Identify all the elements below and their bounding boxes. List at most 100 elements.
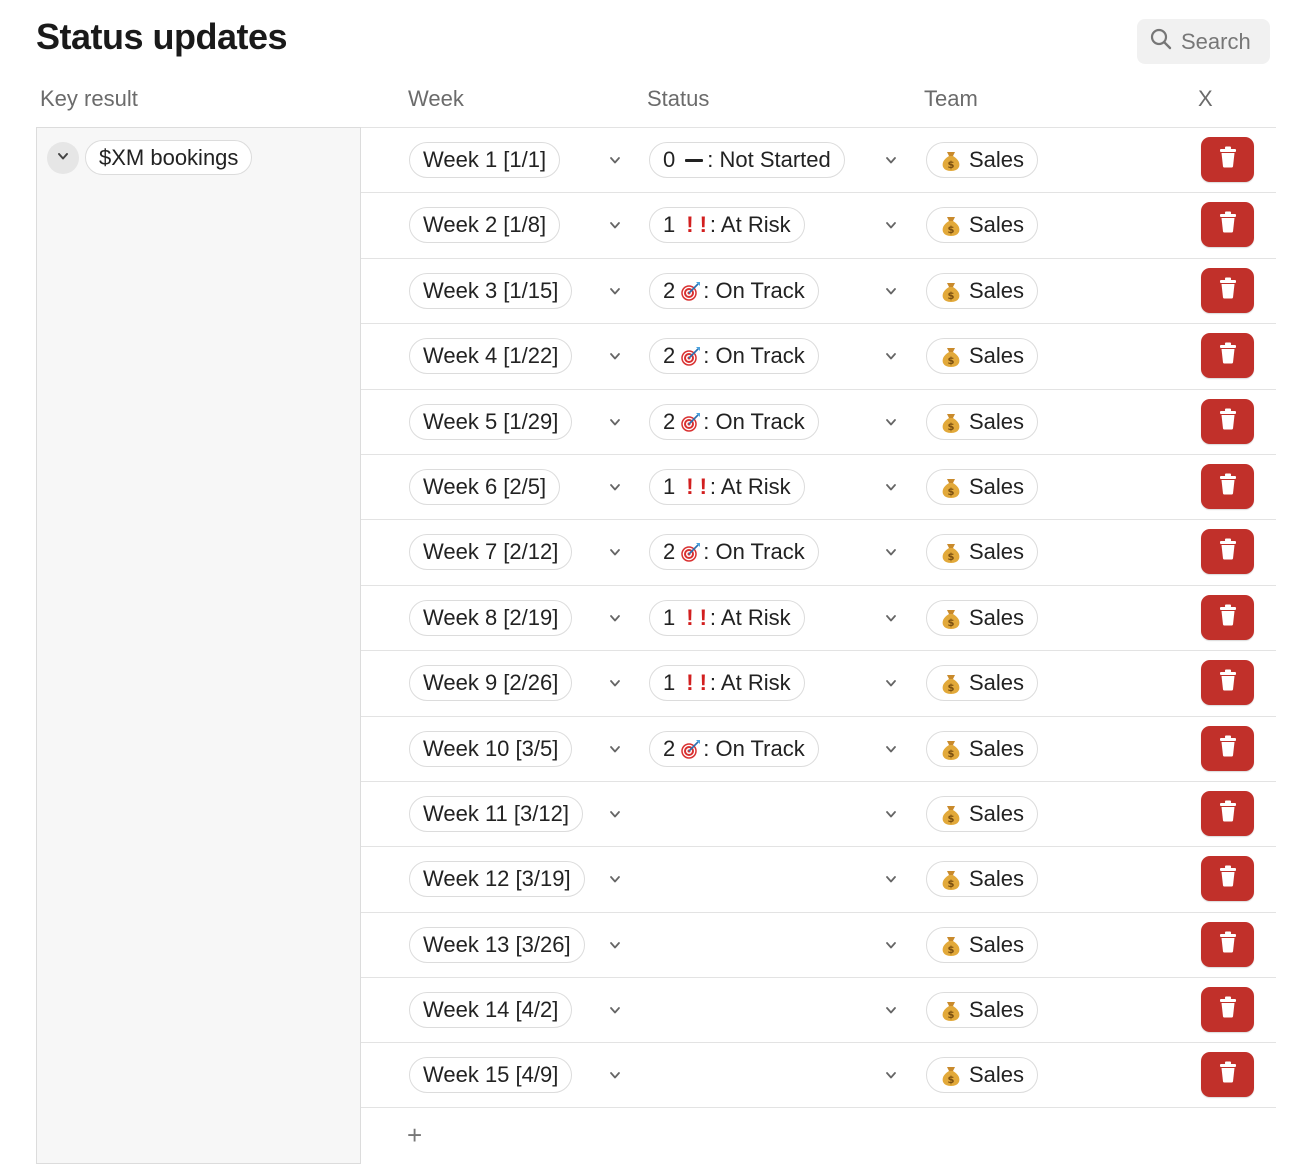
- team-tag[interactable]: $ Sales: [926, 861, 1039, 898]
- delete-button[interactable]: [1201, 333, 1254, 379]
- chevron-down-icon[interactable]: [607, 871, 623, 887]
- chevron-down-icon[interactable]: [607, 544, 623, 560]
- week-select[interactable]: Week 11 [3/12]: [409, 795, 583, 832]
- week-select[interactable]: Week 1 [1/1]: [409, 142, 561, 178]
- team-tag[interactable]: $ Sales: [926, 142, 1039, 178]
- status-label: : On Track: [703, 735, 805, 761]
- chevron-down-icon[interactable]: [607, 610, 623, 626]
- status-select[interactable]: 2: On Track: [649, 338, 819, 375]
- chevron-down-icon[interactable]: [883, 414, 899, 430]
- chevron-down-icon[interactable]: [883, 479, 899, 495]
- chevron-down-icon[interactable]: [607, 806, 623, 822]
- week-select[interactable]: Week 6 [2/5]: [409, 468, 561, 505]
- status-select[interactable]: 2: On Track: [649, 403, 819, 440]
- week-select[interactable]: Week 3 [1/15]: [409, 272, 573, 309]
- chevron-down-icon[interactable]: [883, 348, 899, 364]
- chevron-down-icon[interactable]: [883, 217, 899, 233]
- money-bag-icon: $: [940, 344, 962, 368]
- add-row-button[interactable]: +: [407, 1122, 422, 1148]
- team-tag[interactable]: $ Sales: [926, 795, 1039, 832]
- chevron-down-icon[interactable]: [607, 152, 623, 168]
- status-select[interactable]: 1!!: At Risk: [649, 207, 805, 244]
- team-tag[interactable]: $ Sales: [926, 992, 1039, 1029]
- chevron-down-icon[interactable]: [607, 217, 623, 233]
- delete-button[interactable]: [1201, 202, 1254, 248]
- chevron-down-icon[interactable]: [883, 675, 899, 691]
- delete-button[interactable]: [1201, 137, 1254, 182]
- delete-button[interactable]: [1201, 660, 1254, 706]
- chevron-down-icon[interactable]: [607, 741, 623, 757]
- chevron-down-icon[interactable]: [883, 871, 899, 887]
- team-label: Sales: [969, 735, 1025, 761]
- team-tag[interactable]: $ Sales: [926, 599, 1039, 636]
- delete-button[interactable]: [1201, 529, 1254, 575]
- week-select[interactable]: Week 10 [3/5]: [409, 730, 573, 767]
- delete-button[interactable]: [1201, 267, 1254, 313]
- chevron-down-icon[interactable]: [883, 610, 899, 626]
- chevron-down-icon[interactable]: [607, 1002, 623, 1018]
- delete-button[interactable]: [1201, 398, 1254, 444]
- status-select[interactable]: 1!!: At Risk: [649, 468, 805, 505]
- delete-button[interactable]: [1201, 463, 1254, 509]
- trash-icon: [1218, 735, 1238, 762]
- status-select[interactable]: 2: On Track: [649, 272, 819, 309]
- chevron-down-icon[interactable]: [883, 806, 899, 822]
- chevron-down-icon[interactable]: [607, 283, 623, 299]
- week-label: Week 4 [1/22]: [423, 343, 559, 369]
- team-tag[interactable]: $ Sales: [926, 338, 1039, 375]
- team-tag[interactable]: $ Sales: [926, 926, 1039, 963]
- week-select[interactable]: Week 15 [4/9]: [409, 1057, 573, 1094]
- delete-button[interactable]: [1201, 594, 1254, 640]
- chevron-down-icon[interactable]: [607, 675, 623, 691]
- trash-icon: [1218, 865, 1238, 892]
- chevron-down-icon[interactable]: [607, 937, 623, 953]
- status-number: 1: [663, 473, 676, 499]
- team-tag[interactable]: $ Sales: [926, 665, 1039, 702]
- week-select[interactable]: Week 8 [2/19]: [409, 599, 573, 636]
- week-select[interactable]: Week 2 [1/8]: [409, 207, 561, 244]
- chevron-down-icon[interactable]: [883, 741, 899, 757]
- team-tag[interactable]: $ Sales: [926, 1057, 1039, 1094]
- status-select[interactable]: 1!!: At Risk: [649, 599, 805, 636]
- week-select[interactable]: Week 5 [1/29]: [409, 403, 573, 440]
- delete-button[interactable]: [1201, 921, 1254, 967]
- status-select[interactable]: 2: On Track: [649, 730, 819, 767]
- status-select[interactable]: 1!!: At Risk: [649, 665, 805, 702]
- search-icon: [1149, 27, 1173, 56]
- delete-button[interactable]: [1201, 1052, 1254, 1098]
- chevron-down-icon[interactable]: [883, 283, 899, 299]
- chevron-down-icon[interactable]: [607, 479, 623, 495]
- week-select[interactable]: Week 7 [2/12]: [409, 534, 573, 571]
- exclamation-icon: !!: [686, 473, 707, 499]
- table-row: Week 2 [1/8] 1!!: At Risk $ Sales: [361, 192, 1276, 257]
- team-tag[interactable]: $ Sales: [926, 403, 1039, 440]
- chevron-down-icon[interactable]: [883, 1067, 899, 1083]
- team-tag[interactable]: $ Sales: [926, 272, 1039, 309]
- status-select[interactable]: 0: Not Started: [649, 142, 845, 178]
- delete-button[interactable]: [1201, 856, 1254, 902]
- collapse-toggle-button[interactable]: [47, 142, 79, 174]
- team-tag[interactable]: $ Sales: [926, 730, 1039, 767]
- delete-button[interactable]: [1201, 987, 1254, 1033]
- chevron-down-icon[interactable]: [883, 1002, 899, 1018]
- chevron-down-icon[interactable]: [883, 152, 899, 168]
- delete-button[interactable]: [1201, 790, 1254, 836]
- chevron-down-icon[interactable]: [883, 544, 899, 560]
- money-bag-icon: $: [940, 867, 962, 891]
- delete-button[interactable]: [1201, 725, 1254, 771]
- team-tag[interactable]: $ Sales: [926, 468, 1039, 505]
- week-select[interactable]: Week 12 [3/19]: [409, 861, 585, 898]
- chevron-down-icon[interactable]: [883, 937, 899, 953]
- chevron-down-icon[interactable]: [607, 1067, 623, 1083]
- key-result-tag[interactable]: $XM bookings: [85, 140, 253, 175]
- status-select[interactable]: 2: On Track: [649, 534, 819, 571]
- team-tag[interactable]: $ Sales: [926, 207, 1039, 244]
- week-select[interactable]: Week 13 [3/26]: [409, 926, 585, 963]
- chevron-down-icon[interactable]: [607, 348, 623, 364]
- team-tag[interactable]: $ Sales: [926, 534, 1039, 571]
- week-select[interactable]: Week 4 [1/22]: [409, 338, 573, 375]
- week-select[interactable]: Week 9 [2/26]: [409, 665, 573, 702]
- search-button[interactable]: Search: [1137, 19, 1270, 64]
- week-select[interactable]: Week 14 [4/2]: [409, 992, 573, 1029]
- chevron-down-icon[interactable]: [607, 414, 623, 430]
